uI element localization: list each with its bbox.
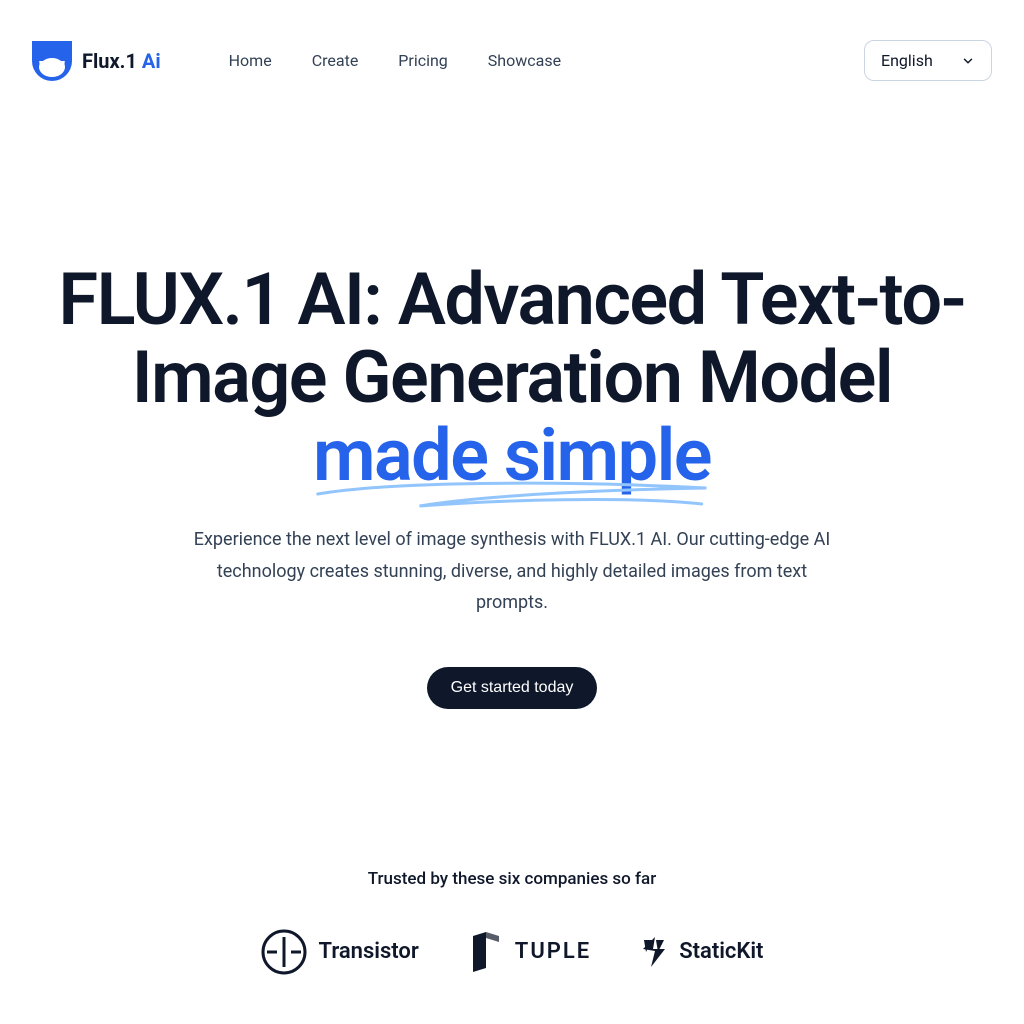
logo-icon [32,41,72,81]
header-right: English [864,40,992,81]
company-tuple-label: TUPLE [515,939,591,964]
nav-showcase[interactable]: Showcase [488,51,561,70]
trusted-section: Trusted by these six companies so far Tr… [0,869,1024,975]
language-select[interactable]: English [864,40,992,81]
company-statickit: StaticKit [641,937,763,967]
get-started-button[interactable]: Get started today [427,667,598,709]
hero-subtitle: Experience the next level of image synth… [192,524,832,619]
logo-text: Flux.1 Ai [82,49,161,73]
chevron-down-icon [961,54,975,68]
logo[interactable]: Flux.1 Ai [32,41,161,81]
hero-title-plain: FLUX.1 AI: Advanced Text-to-Image Genera… [59,257,966,420]
main-nav: Home Create Pricing Showcase [229,51,561,70]
nav-home[interactable]: Home [229,51,272,70]
company-transistor-label: Transistor [319,939,419,964]
hero-title-highlight: made simple [313,413,711,498]
hero-title-highlight-wrap: made simple [313,417,711,495]
hero: FLUX.1 AI: Advanced Text-to-Image Genera… [0,121,1024,709]
statickit-icon [641,937,667,967]
company-statickit-label: StaticKit [679,939,763,964]
transistor-icon [261,929,307,975]
company-transistor: Transistor [261,929,419,975]
tuple-icon [469,932,503,972]
header: Flux.1 Ai Home Create Pricing Showcase E… [0,0,1024,121]
company-tuple: TUPLE [469,932,591,972]
company-logos: Transistor TUPLE StaticKit [0,929,1024,975]
nav-create[interactable]: Create [312,51,359,70]
nav-pricing[interactable]: Pricing [398,51,448,70]
trusted-text: Trusted by these six companies so far [0,869,1024,889]
language-selected: English [881,51,933,70]
hero-title: FLUX.1 AI: Advanced Text-to-Image Genera… [40,261,984,494]
